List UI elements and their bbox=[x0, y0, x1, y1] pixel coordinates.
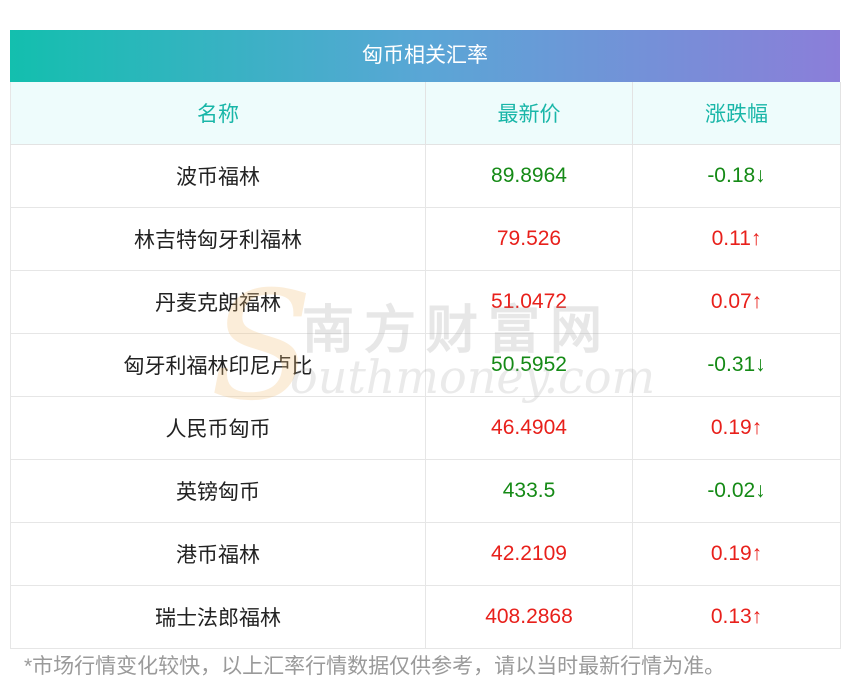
table-row: 林吉特匈牙利福林 79.526 0.11↑ bbox=[10, 207, 841, 271]
row-change: 0.11↑ bbox=[632, 207, 841, 271]
header-name: 名称 bbox=[10, 82, 426, 145]
row-change: 0.07↑ bbox=[632, 270, 841, 334]
row-name: 丹麦克朗福林 bbox=[10, 270, 426, 334]
table-row: 港币福林 42.2109 0.19↑ bbox=[10, 522, 841, 586]
row-change: -0.02↓ bbox=[632, 459, 841, 523]
row-price: 42.2109 bbox=[425, 522, 633, 586]
row-name: 人民币匈币 bbox=[10, 396, 426, 460]
row-name: 波币福林 bbox=[10, 144, 426, 208]
row-price: 50.5952 bbox=[425, 333, 633, 397]
header-change: 涨跌幅 bbox=[632, 82, 841, 145]
disclaimer-footnote: *市场行情变化较快，以上汇率行情数据仅供参考，请以当时最新行情为准。 bbox=[24, 655, 726, 678]
header-price: 最新价 bbox=[425, 82, 633, 145]
table-row: 匈牙利福林印尼卢比 50.5952 -0.31↓ bbox=[10, 333, 841, 397]
table-row: 瑞士法郎福林 408.2868 0.13↑ bbox=[10, 585, 841, 649]
row-price: 46.4904 bbox=[425, 396, 633, 460]
row-change: -0.31↓ bbox=[632, 333, 841, 397]
table-row: 英镑匈币 433.5 -0.02↓ bbox=[10, 459, 841, 523]
row-change: 0.19↑ bbox=[632, 396, 841, 460]
row-name: 瑞士法郎福林 bbox=[10, 585, 426, 649]
table-title: 匈币相关汇率 bbox=[10, 30, 840, 82]
exchange-rate-table-container: 匈币相关汇率 名称 最新价 涨跌幅 波币福林 89.8964 -0.18↓ 林吉… bbox=[10, 30, 841, 649]
table-header-row: 名称 最新价 涨跌幅 bbox=[10, 82, 841, 145]
row-name: 英镑匈币 bbox=[10, 459, 426, 523]
row-price: 89.8964 bbox=[425, 144, 633, 208]
row-change: 0.19↑ bbox=[632, 522, 841, 586]
table-row: 波币福林 89.8964 -0.18↓ bbox=[10, 144, 841, 208]
row-name: 林吉特匈牙利福林 bbox=[10, 207, 426, 271]
row-name: 匈牙利福林印尼卢比 bbox=[10, 333, 426, 397]
row-change: 0.13↑ bbox=[632, 585, 841, 649]
row-change: -0.18↓ bbox=[632, 144, 841, 208]
table-row: 人民币匈币 46.4904 0.19↑ bbox=[10, 396, 841, 460]
row-name: 港币福林 bbox=[10, 522, 426, 586]
row-price: 408.2868 bbox=[425, 585, 633, 649]
row-price: 79.526 bbox=[425, 207, 633, 271]
row-price: 433.5 bbox=[425, 459, 633, 523]
exchange-rate-table: 名称 最新价 涨跌幅 波币福林 89.8964 -0.18↓ 林吉特匈牙利福林 … bbox=[10, 82, 841, 649]
table-row: 丹麦克朗福林 51.0472 0.07↑ bbox=[10, 270, 841, 334]
row-price: 51.0472 bbox=[425, 270, 633, 334]
